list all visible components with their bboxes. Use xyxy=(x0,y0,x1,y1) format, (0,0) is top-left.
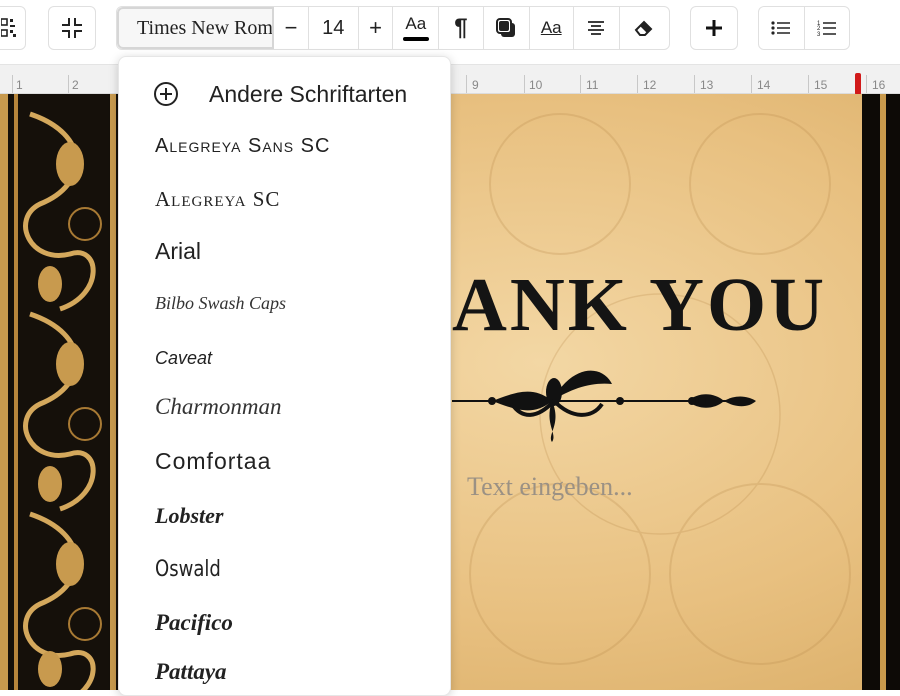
text-format-group: Times New Roman − 14 + Aa ¶ Aa xyxy=(116,6,670,50)
font-size-decrease-button[interactable]: − xyxy=(274,7,309,49)
shadow-icon xyxy=(496,18,516,37)
qr-code-button[interactable] xyxy=(0,6,26,50)
ruler-number: 9 xyxy=(472,78,479,92)
font-item-alegreya-sc[interactable]: Alegreya SC xyxy=(155,187,280,212)
font-family-select[interactable]: Times New Roman xyxy=(117,7,275,49)
eraser-button[interactable] xyxy=(620,7,669,49)
font-item-pattaya[interactable]: Pattaya xyxy=(155,659,227,685)
paragraph-icon: ¶ xyxy=(454,14,468,41)
add-circle-icon xyxy=(154,82,178,106)
ruler-tick xyxy=(524,75,525,93)
border-right-black xyxy=(862,94,880,690)
font-item-pacifico[interactable]: Pacifico xyxy=(155,610,233,636)
toolbar: Times New Roman − 14 + Aa ¶ Aa xyxy=(0,0,900,64)
ruler-number: 14 xyxy=(757,78,771,92)
text-color-icon: Aa xyxy=(405,14,427,33)
shadow-button[interactable] xyxy=(484,7,530,49)
ruler-number: 1 xyxy=(16,78,23,92)
ruler-tick xyxy=(12,75,13,93)
numbered-list-button[interactable]: 1 2 3 xyxy=(805,7,850,49)
add-icon xyxy=(706,20,722,36)
card-heading[interactable]: ANK YOU xyxy=(452,262,827,349)
font-item-caveat[interactable]: Caveat xyxy=(155,348,212,369)
text-color-button[interactable]: Aa xyxy=(393,7,440,49)
border-right-outer xyxy=(886,94,900,690)
ruler-number: 2 xyxy=(72,78,79,92)
font-item-oswald[interactable]: Oswald xyxy=(155,557,221,582)
ruler-tick xyxy=(637,75,638,93)
bullet-list-button[interactable] xyxy=(759,7,805,49)
align-center-button[interactable] xyxy=(574,7,620,49)
font-item-lobster[interactable]: Lobster xyxy=(155,503,223,529)
ruler-margin-marker[interactable] xyxy=(855,73,861,95)
bullet-list-icon xyxy=(771,21,791,35)
eraser-icon xyxy=(635,20,653,36)
text-placeholder[interactable]: Text eingeben... xyxy=(467,472,633,502)
text-color-swatch xyxy=(402,37,429,41)
ornament-divider xyxy=(452,370,756,442)
ruler-number: 15 xyxy=(814,78,828,92)
ornamental-border-left xyxy=(0,94,118,690)
paragraph-button[interactable]: ¶ xyxy=(439,7,484,49)
ruler-number: 11 xyxy=(586,78,599,92)
font-case-button[interactable]: Aa xyxy=(530,7,574,49)
ruler-number: 16 xyxy=(872,78,886,92)
font-item-alegreya-sans-sc[interactable]: Alegreya Sans SC xyxy=(155,135,330,158)
damask-ornament xyxy=(0,94,116,690)
list-group: 1 2 3 xyxy=(758,6,850,50)
other-fonts-item[interactable]: Andere Schriftarten xyxy=(153,79,407,109)
numbered-list-icon: 1 2 3 xyxy=(817,21,836,37)
other-fonts-label: Andere Schriftarten xyxy=(209,80,408,107)
ruler-tick xyxy=(580,75,581,93)
ruler-number: 12 xyxy=(643,78,657,92)
ruler-number: 13 xyxy=(700,78,714,92)
ruler-tick xyxy=(466,75,467,93)
collapse-button[interactable] xyxy=(48,6,96,50)
font-dropdown-menu: Andere Schriftarten Alegreya Sans SC Ale… xyxy=(118,56,451,696)
font-size-value[interactable]: 14 xyxy=(309,7,359,49)
font-item-comfortaa[interactable]: Comfortaa xyxy=(155,448,271,475)
ruler-tick xyxy=(694,75,695,93)
svg-text:3: 3 xyxy=(817,32,821,37)
ruler-tick xyxy=(751,75,752,93)
ruler-tick xyxy=(808,75,809,93)
font-item-arial[interactable]: Arial xyxy=(155,238,201,265)
font-size-increase-button[interactable]: + xyxy=(359,7,394,49)
font-item-bilbo-swash-caps[interactable]: Bilbo Swash Caps xyxy=(155,293,286,314)
font-case-icon: Aa xyxy=(540,18,562,37)
collapse-icon xyxy=(62,18,82,38)
font-item-charmonman[interactable]: Charmonman xyxy=(155,394,282,420)
qr-code-icon xyxy=(1,18,16,37)
ruler-tick xyxy=(68,75,69,93)
add-button[interactable] xyxy=(690,6,738,50)
align-center-icon xyxy=(588,21,605,35)
ruler-tick xyxy=(866,75,867,93)
ruler-number: 10 xyxy=(529,78,543,92)
